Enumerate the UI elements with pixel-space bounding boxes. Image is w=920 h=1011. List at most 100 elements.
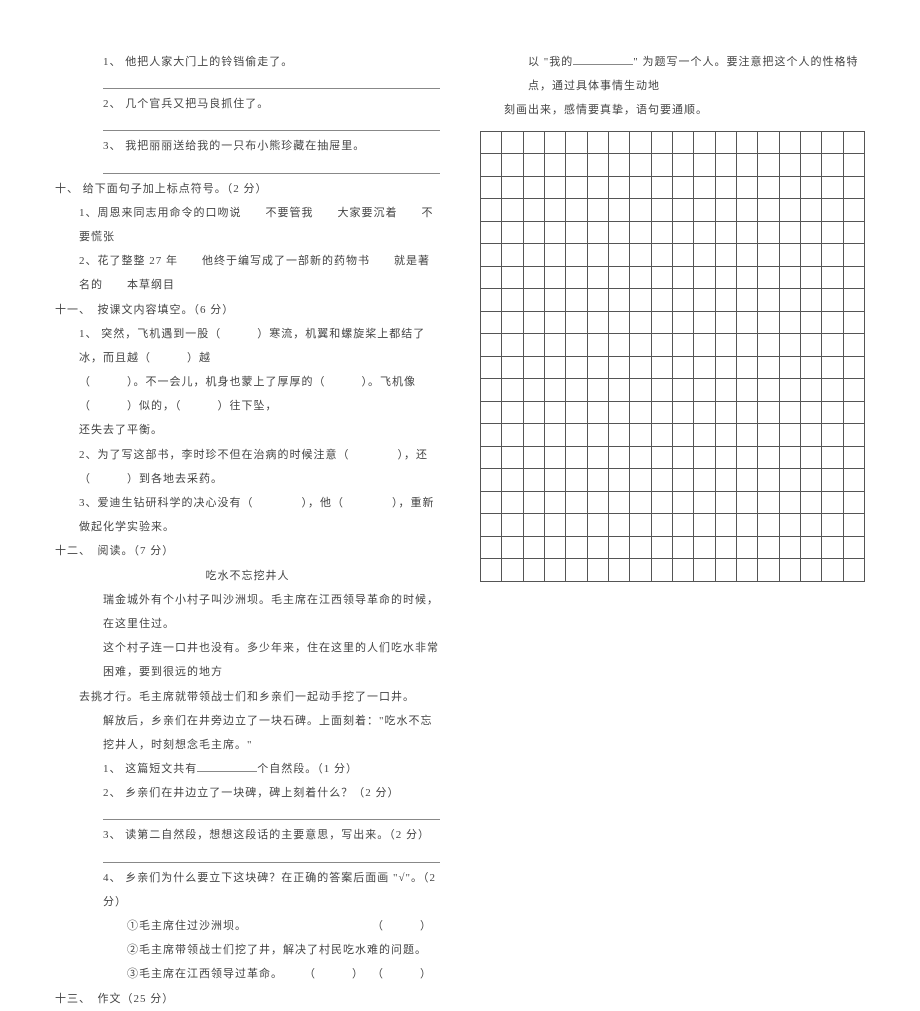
grid-cell[interactable] [673, 402, 694, 425]
grid-cell[interactable] [801, 537, 822, 560]
grid-cell[interactable] [844, 334, 865, 357]
grid-cell[interactable] [716, 154, 737, 177]
grid-cell[interactable] [844, 492, 865, 515]
grid-cell[interactable] [481, 222, 502, 245]
grid-cell[interactable] [716, 244, 737, 267]
grid-cell[interactable] [758, 199, 779, 222]
grid-cell[interactable] [502, 424, 523, 447]
grid-cell[interactable] [716, 199, 737, 222]
grid-cell[interactable] [609, 199, 630, 222]
writing-grid[interactable] [480, 131, 865, 582]
grid-cell[interactable] [822, 514, 843, 537]
grid-cell[interactable] [780, 289, 801, 312]
grid-cell[interactable] [652, 289, 673, 312]
grid-cell[interactable] [545, 379, 566, 402]
grid-cell[interactable] [630, 289, 651, 312]
grid-cell[interactable] [652, 537, 673, 560]
grid-cell[interactable] [758, 132, 779, 155]
grid-cell[interactable] [694, 177, 715, 200]
grid-cell[interactable] [694, 514, 715, 537]
grid-cell[interactable] [694, 199, 715, 222]
grid-cell[interactable] [524, 559, 545, 582]
grid-cell[interactable] [545, 514, 566, 537]
grid-cell[interactable] [524, 514, 545, 537]
grid-cell[interactable] [844, 312, 865, 335]
grid-cell[interactable] [502, 244, 523, 267]
grid-cell[interactable] [822, 177, 843, 200]
answer-line[interactable] [103, 851, 440, 863]
grid-cell[interactable] [652, 357, 673, 380]
grid-cell[interactable] [481, 559, 502, 582]
grid-cell[interactable] [780, 177, 801, 200]
grid-cell[interactable] [588, 492, 609, 515]
grid-cell[interactable] [737, 334, 758, 357]
grid-cell[interactable] [588, 244, 609, 267]
grid-cell[interactable] [481, 154, 502, 177]
grid-cell[interactable] [566, 514, 587, 537]
grid-cell[interactable] [566, 334, 587, 357]
grid-cell[interactable] [844, 357, 865, 380]
grid-cell[interactable] [737, 199, 758, 222]
grid-cell[interactable] [481, 379, 502, 402]
grid-cell[interactable] [652, 244, 673, 267]
grid-cell[interactable] [609, 469, 630, 492]
grid-cell[interactable] [801, 222, 822, 245]
grid-cell[interactable] [844, 154, 865, 177]
grid-cell[interactable] [822, 379, 843, 402]
grid-cell[interactable] [609, 154, 630, 177]
grid-cell[interactable] [673, 447, 694, 470]
grid-cell[interactable] [566, 177, 587, 200]
grid-cell[interactable] [502, 222, 523, 245]
grid-cell[interactable] [566, 559, 587, 582]
grid-cell[interactable] [609, 559, 630, 582]
grid-cell[interactable] [630, 177, 651, 200]
grid-cell[interactable] [481, 289, 502, 312]
grid-cell[interactable] [609, 492, 630, 515]
grid-cell[interactable] [609, 357, 630, 380]
grid-cell[interactable] [609, 289, 630, 312]
grid-cell[interactable] [524, 424, 545, 447]
grid-cell[interactable] [758, 402, 779, 425]
grid-cell[interactable] [502, 447, 523, 470]
grid-cell[interactable] [481, 132, 502, 155]
grid-cell[interactable] [801, 379, 822, 402]
grid-cell[interactable] [780, 492, 801, 515]
grid-cell[interactable] [822, 334, 843, 357]
grid-cell[interactable] [844, 177, 865, 200]
grid-cell[interactable] [630, 379, 651, 402]
grid-cell[interactable] [673, 334, 694, 357]
grid-cell[interactable] [780, 559, 801, 582]
grid-cell[interactable] [716, 267, 737, 290]
grid-cell[interactable] [694, 312, 715, 335]
grid-cell[interactable] [758, 559, 779, 582]
grid-cell[interactable] [758, 244, 779, 267]
grid-cell[interactable] [801, 154, 822, 177]
answer-line[interactable] [103, 119, 440, 131]
grid-cell[interactable] [545, 267, 566, 290]
grid-cell[interactable] [737, 267, 758, 290]
grid-cell[interactable] [780, 469, 801, 492]
grid-cell[interactable] [758, 424, 779, 447]
grid-cell[interactable] [524, 447, 545, 470]
grid-cell[interactable] [716, 402, 737, 425]
grid-cell[interactable] [716, 222, 737, 245]
grid-cell[interactable] [758, 312, 779, 335]
grid-cell[interactable] [716, 559, 737, 582]
grid-cell[interactable] [566, 402, 587, 425]
grid-cell[interactable] [652, 469, 673, 492]
grid-cell[interactable] [630, 312, 651, 335]
grid-cell[interactable] [630, 447, 651, 470]
grid-cell[interactable] [737, 132, 758, 155]
grid-cell[interactable] [566, 154, 587, 177]
grid-cell[interactable] [630, 222, 651, 245]
grid-cell[interactable] [822, 357, 843, 380]
grid-cell[interactable] [758, 357, 779, 380]
grid-cell[interactable] [609, 267, 630, 290]
grid-cell[interactable] [737, 154, 758, 177]
grid-cell[interactable] [630, 424, 651, 447]
grid-cell[interactable] [609, 334, 630, 357]
grid-cell[interactable] [545, 469, 566, 492]
grid-cell[interactable] [844, 379, 865, 402]
grid-cell[interactable] [801, 559, 822, 582]
grid-cell[interactable] [758, 469, 779, 492]
